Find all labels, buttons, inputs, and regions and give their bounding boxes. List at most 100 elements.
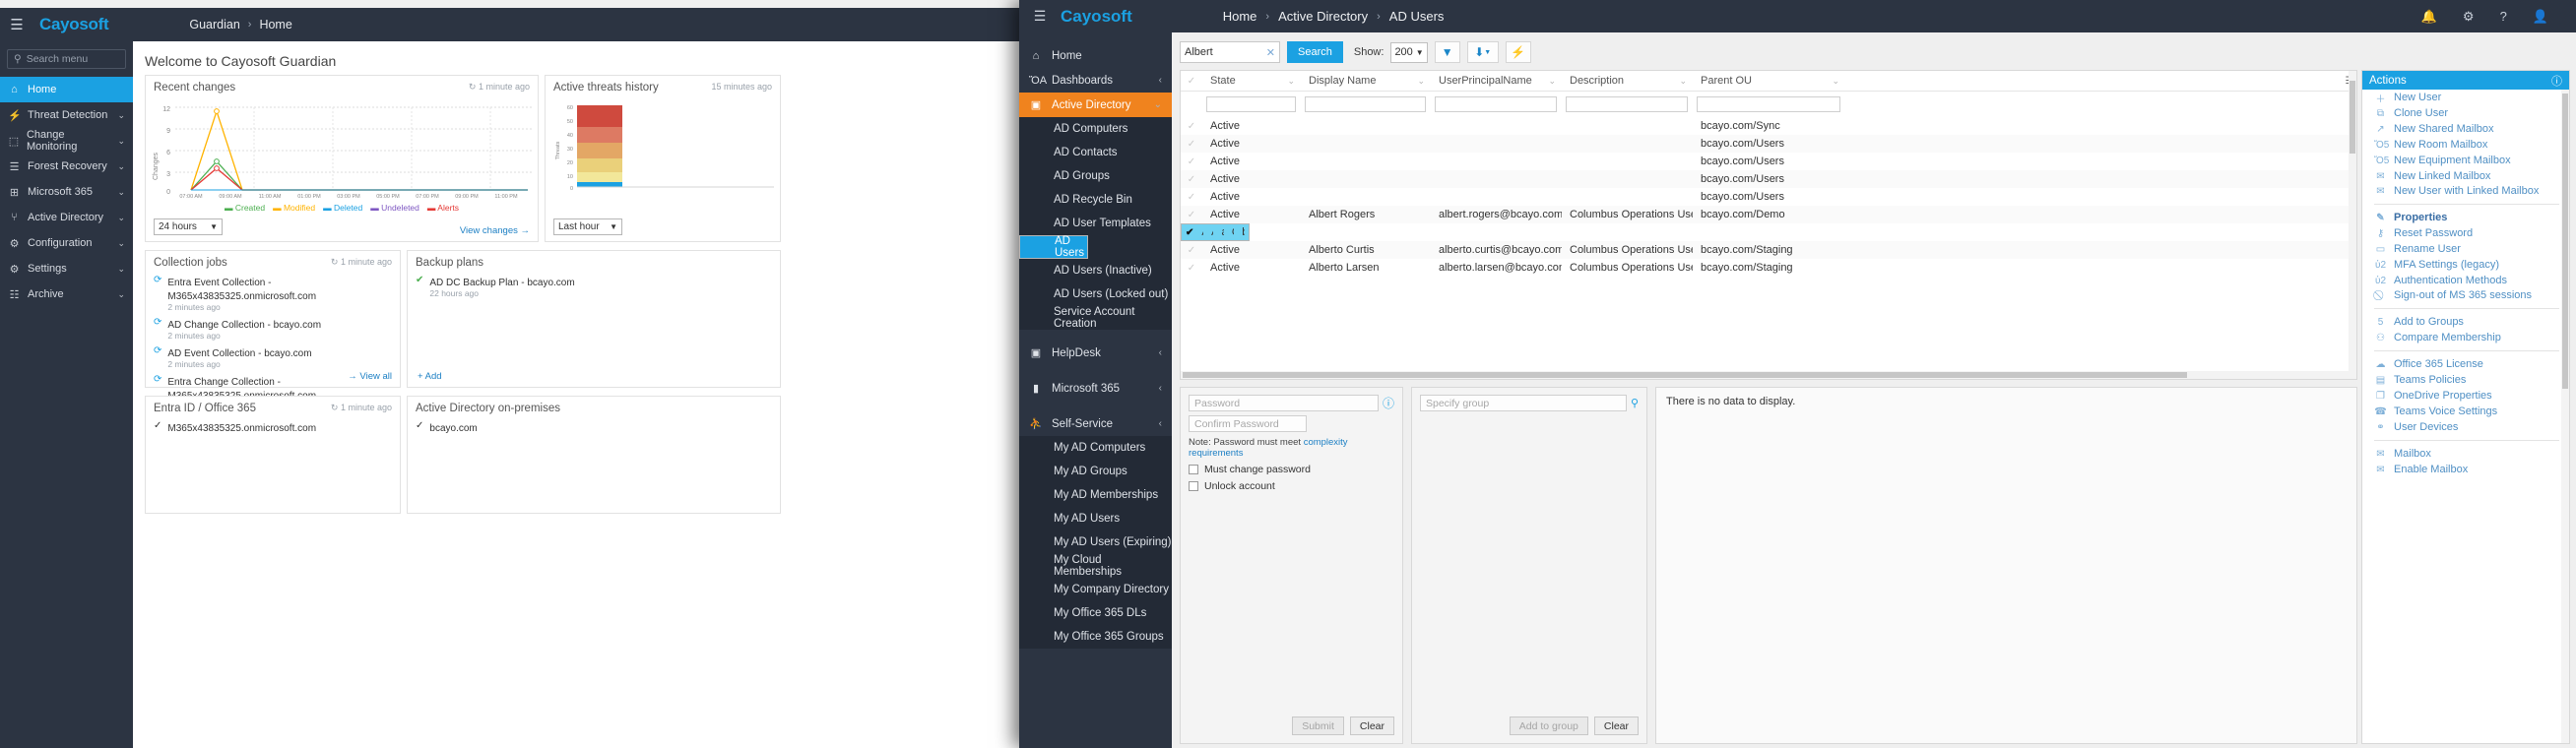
sidebar-subitem-ad-users[interactable]: AD Users bbox=[1019, 235, 1088, 259]
row-checkbox[interactable]: ✓ bbox=[1181, 192, 1202, 203]
user-icon[interactable]: 👤 bbox=[2533, 9, 2548, 25]
action-authentication-methods[interactable]: ὑ2 Authentication Methods bbox=[2362, 273, 2569, 288]
filter-input[interactable] bbox=[1206, 96, 1296, 112]
column-filter-description[interactable] bbox=[1562, 96, 1693, 113]
row-checkbox[interactable]: ✓ bbox=[1181, 174, 1202, 185]
table-row[interactable]: ✓ Active bcayo.com/Sync bbox=[1181, 117, 2356, 135]
list-item[interactable]: ⟳ Entra Event Collection - M365x43835325.… bbox=[154, 275, 392, 312]
sidebar-item-archive[interactable]: ☷ Archive ⌄ bbox=[0, 281, 133, 307]
sidebar-subitem-ad-users-inactive[interactable]: AD Users (Inactive) bbox=[1019, 259, 1172, 282]
bolt-icon[interactable]: ⚡ bbox=[1506, 41, 1531, 63]
scrollbar-thumb[interactable] bbox=[2350, 81, 2355, 154]
ad-users-grid[interactable]: ✓ State ⌄ Display Name ⌄ UserPrincipalName ⌄ De… bbox=[1180, 70, 2357, 380]
sidebar-subitem-my-ad-memberships[interactable]: My AD Memberships bbox=[1019, 483, 1172, 507]
help-circle-icon[interactable]: ⓘ bbox=[2551, 73, 2562, 89]
close-icon[interactable]: ✕ bbox=[1266, 46, 1275, 59]
sidebar-item-helpdesk[interactable]: ▣ HelpDesk ‹ bbox=[1019, 341, 1172, 365]
sidebar-subitem-my-office-365-dls[interactable]: My Office 365 DLs bbox=[1019, 601, 1172, 625]
table-row[interactable]: ✓ Active bcayo.com/Users bbox=[1181, 170, 2356, 188]
action-reset-password[interactable]: ⚷ Reset Password bbox=[2362, 225, 2569, 241]
table-row[interactable]: ✓ Active Alberto Larsen alberto.larsen@bcay… bbox=[1181, 259, 2356, 277]
hamburger-icon[interactable]: ☰ bbox=[1025, 8, 1055, 25]
add-to-group-button[interactable]: Add to group bbox=[1510, 717, 1588, 735]
action-mfa-settings-legacy[interactable]: ὑ2 MFA Settings (legacy) bbox=[2362, 257, 2569, 273]
row-checkbox[interactable]: ✓ bbox=[1181, 245, 1202, 256]
sidebar-subitem-my-ad-groups[interactable]: My AD Groups bbox=[1019, 460, 1172, 483]
sidebar-subitem-ad-groups[interactable]: AD Groups bbox=[1019, 164, 1172, 188]
sidebar-item-dashboards[interactable]: ὌA Dashboards ‹ bbox=[1019, 68, 1172, 93]
column-header-state[interactable]: State ⌄ bbox=[1202, 71, 1301, 92]
column-header-display-name[interactable]: Display Name ⌄ bbox=[1301, 71, 1431, 92]
list-item[interactable]: ⟳ AD Event Collection - bcayo.com 2 minute… bbox=[154, 345, 392, 369]
row-checkbox[interactable]: ✓ bbox=[1181, 121, 1202, 132]
row-checkbox[interactable]: ✓ bbox=[1181, 139, 1202, 150]
search-input[interactable]: Albert ✕ bbox=[1180, 41, 1280, 63]
filter-input[interactable] bbox=[1566, 96, 1688, 112]
column-header-parent-ou[interactable]: Parent OU ⌄ bbox=[1693, 71, 1845, 92]
sidebar-subitem-ad-computers[interactable]: AD Computers bbox=[1019, 117, 1172, 141]
unlock-account-checkbox[interactable] bbox=[1189, 481, 1198, 491]
action-add-to-groups[interactable]: ὆5 Add to Groups bbox=[2362, 314, 2569, 330]
action-onedrive-properties[interactable]: ❐ OneDrive Properties bbox=[2362, 388, 2569, 404]
hamburger-icon[interactable]: ☰ bbox=[0, 16, 33, 33]
grid-body[interactable]: ✓ Active bcayo.com/Sync ✓ Active bcayo.com/Us… bbox=[1181, 117, 2356, 277]
column-filter-parent-ou[interactable] bbox=[1693, 96, 1845, 113]
sidebar-item-configuration[interactable]: ⚙ Configuration ⌄ bbox=[0, 230, 133, 256]
table-row[interactable]: ✓ Active bcayo.com/Users bbox=[1181, 153, 2356, 170]
list-item[interactable]: ✔ AD DC Backup Plan - bcayo.com 22 hours a… bbox=[416, 275, 772, 298]
list-item[interactable]: ⟳ AD Change Collection - bcayo.com 2 minut… bbox=[154, 317, 392, 341]
clear-group-button[interactable]: Clear bbox=[1594, 717, 1639, 735]
search-plus-icon[interactable]: ⚲ bbox=[1631, 397, 1639, 409]
row-checkbox[interactable]: ✓ bbox=[1181, 156, 1202, 167]
table-row[interactable]: ✓ Active Albert Rogers albert.rogers@bcayo.… bbox=[1181, 206, 2356, 223]
view-all-link[interactable]: → View all bbox=[348, 371, 392, 382]
unlock-account-row[interactable]: Unlock account bbox=[1189, 480, 1394, 492]
sidebar-subitem-ad-user-templates[interactable]: AD User Templates bbox=[1019, 212, 1172, 235]
sidebar-subitem-ad-recycle-bin[interactable]: AD Recycle Bin bbox=[1019, 188, 1172, 212]
export-icon[interactable]: ⬇ ▼ bbox=[1467, 41, 1499, 63]
grid-vertical-scrollbar[interactable] bbox=[2349, 71, 2356, 379]
action-mailbox[interactable]: ✉ Mailbox bbox=[2362, 446, 2569, 462]
table-row[interactable]: ✓ Active Alberto Curtis alberto.curtis@bcay… bbox=[1181, 241, 2356, 259]
action-clone-user[interactable]: ⧉ Clone User bbox=[2362, 105, 2569, 121]
sidebar-item-home[interactable]: ⌂ Home bbox=[1019, 43, 1172, 68]
action-user-devices[interactable]: ⚭ User Devices bbox=[2362, 419, 2569, 435]
sidebar-subitem-service-account-creation[interactable]: Service Account Creation bbox=[1019, 306, 1172, 330]
filter-input[interactable] bbox=[1305, 96, 1426, 112]
action-new-user-with-linked-mailbox[interactable]: ✉ New User with Linked Mailbox bbox=[2362, 184, 2569, 199]
sidebar-subitem-my-office-365-groups[interactable]: My Office 365 Groups bbox=[1019, 625, 1172, 649]
action-new-shared-mailbox[interactable]: ↗ New Shared Mailbox bbox=[2362, 121, 2569, 137]
sidebar-subitem-my-ad-computers[interactable]: My AD Computers bbox=[1019, 436, 1172, 460]
sidebar-item-active-directory[interactable]: ▣ Active Directory ⌄ bbox=[1019, 93, 1172, 117]
password-field[interactable]: Password bbox=[1189, 395, 1379, 411]
sidebar-subitem-my-ad-users[interactable]: My AD Users bbox=[1019, 507, 1172, 530]
action-rename-user[interactable]: ▭ Rename User bbox=[2362, 241, 2569, 257]
sidebar-subitem-ad-contacts[interactable]: AD Contacts bbox=[1019, 141, 1172, 164]
sidebar-subitem-my-cloud-memberships[interactable]: My Cloud Memberships bbox=[1019, 554, 1172, 578]
action-sign-out-of-ms-365-sessions[interactable]: ⃠ Sign-out of MS 365 sessions bbox=[2362, 288, 2569, 303]
row-checkbox[interactable]: ✓ bbox=[1181, 263, 1202, 274]
column-header-userprincipalname[interactable]: UserPrincipalName ⌄ bbox=[1431, 71, 1562, 92]
sidebar-subitem-my-ad-users-expiring[interactable]: My AD Users (Expiring) bbox=[1019, 530, 1172, 554]
time-range-select[interactable]: 24 hours ▼ bbox=[154, 218, 223, 235]
sidebar-item-settings[interactable]: ⚙ Settings ⌄ bbox=[0, 256, 133, 281]
specify-group-field[interactable]: Specify group bbox=[1420, 395, 1627, 411]
table-row[interactable]: ✓ Active bcayo.com/Users bbox=[1181, 135, 2356, 153]
scrollbar-thumb[interactable] bbox=[1183, 372, 2187, 378]
search-menu-input[interactable]: ⚲ Search menu bbox=[7, 49, 126, 69]
table-row[interactable]: ✓ Active bcayo.com/Users bbox=[1181, 188, 2356, 206]
add-backup-plan-link[interactable]: + Add bbox=[418, 371, 442, 382]
grid-filter-row[interactable] bbox=[1181, 92, 2356, 117]
grid-horizontal-scrollbar[interactable] bbox=[1181, 371, 2349, 379]
view-changes-link[interactable]: View changes → bbox=[460, 225, 530, 236]
select-all-checkbox[interactable]: ✓ bbox=[1181, 76, 1202, 87]
sidebar-item-forest-recovery[interactable]: ☰ Forest Recovery ⌄ bbox=[0, 154, 133, 179]
action-teams-voice-settings[interactable]: ☎ Teams Voice Settings bbox=[2362, 404, 2569, 419]
clear-password-button[interactable]: Clear bbox=[1350, 717, 1394, 735]
sidebar-item-threat-detection[interactable]: ⚡ Threat Detection ⌄ bbox=[0, 102, 133, 128]
row-checkbox[interactable]: ✓ bbox=[1181, 210, 1202, 220]
column-filter-userprincipalname[interactable] bbox=[1431, 96, 1562, 113]
row-checkbox[interactable]: ✔ bbox=[1186, 227, 1193, 238]
submit-button[interactable]: Submit bbox=[1292, 717, 1344, 735]
confirm-password-field[interactable]: Confirm Password bbox=[1189, 415, 1307, 432]
